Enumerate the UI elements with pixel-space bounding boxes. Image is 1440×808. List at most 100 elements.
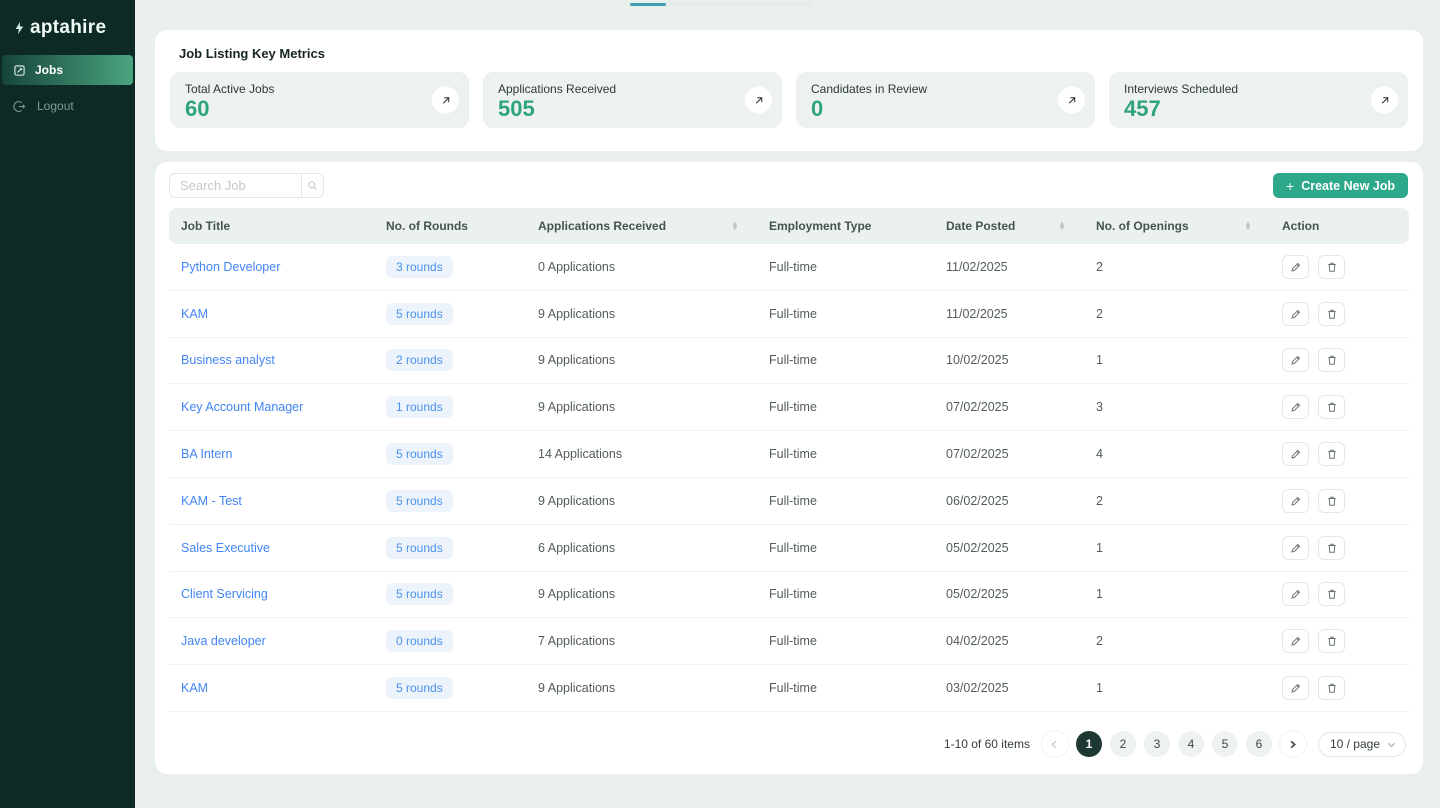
page-size-select[interactable]: 10 / page (1318, 732, 1406, 757)
metric-expand-button[interactable] (1371, 87, 1398, 114)
pencil-icon (1290, 682, 1302, 694)
search-input[interactable] (169, 173, 301, 198)
delete-job-button[interactable] (1318, 302, 1345, 326)
openings-cell: 1 (1084, 353, 1270, 367)
sort-icon[interactable]: ▴▾ (1060, 222, 1064, 230)
chevron-down-icon (1387, 740, 1396, 749)
column-header: No. of Rounds (374, 219, 526, 233)
employment-type-cell: Full-time (757, 447, 934, 461)
actions-cell (1270, 395, 1409, 419)
edit-job-button[interactable] (1282, 442, 1309, 466)
pencil-icon (1290, 635, 1302, 647)
pagination-page-button[interactable]: 5 (1212, 731, 1238, 757)
metric-expand-button[interactable] (745, 87, 772, 114)
job-title-link[interactable]: Java developer (169, 634, 374, 648)
pencil-icon (1290, 261, 1302, 273)
pencil-icon (1290, 401, 1302, 413)
metric-card: Interviews Scheduled 457 (1109, 72, 1408, 128)
applications-cell: 14 Applications (526, 447, 757, 461)
rounds-cell: 5 rounds (374, 490, 526, 512)
openings-cell: 2 (1084, 260, 1270, 274)
actions-cell (1270, 536, 1409, 560)
applications-cell: 0 Applications (526, 260, 757, 274)
edit-job-button[interactable] (1282, 489, 1309, 513)
metric-expand-button[interactable] (1058, 87, 1085, 114)
pagination-prev-button[interactable] (1042, 731, 1068, 757)
delete-job-button[interactable] (1318, 489, 1345, 513)
chevron-right-icon (1288, 740, 1297, 749)
edit-job-button[interactable] (1282, 302, 1309, 326)
edit-job-button[interactable] (1282, 676, 1309, 700)
edit-job-button[interactable] (1282, 582, 1309, 606)
job-title-link[interactable]: Key Account Manager (169, 400, 374, 414)
delete-job-button[interactable] (1318, 629, 1345, 653)
edit-job-button[interactable] (1282, 395, 1309, 419)
table-row: KAM - Test 5 rounds 9 Applications Full-… (169, 478, 1409, 525)
openings-cell: 3 (1084, 400, 1270, 414)
rounds-cell: 5 rounds (374, 583, 526, 605)
actions-cell (1270, 676, 1409, 700)
sidebar-item-jobs[interactable]: Jobs (2, 55, 133, 85)
pagination-page-button[interactable]: 6 (1246, 731, 1272, 757)
table-body: Python Developer 3 rounds 0 Applications… (169, 244, 1409, 712)
table-row: Java developer 0 rounds 7 Applications F… (169, 618, 1409, 665)
pagination-page-button[interactable]: 1 (1076, 731, 1102, 757)
delete-job-button[interactable] (1318, 395, 1345, 419)
trash-icon (1326, 308, 1338, 320)
trash-icon (1326, 682, 1338, 694)
delete-job-button[interactable] (1318, 348, 1345, 372)
column-header: Applications Received ▴▾ (526, 219, 757, 233)
logo-text: aptahire (30, 17, 106, 39)
job-title-link[interactable]: BA Intern (169, 447, 374, 461)
edit-job-button[interactable] (1282, 348, 1309, 372)
delete-job-button[interactable] (1318, 676, 1345, 700)
delete-job-button[interactable] (1318, 442, 1345, 466)
delete-job-button[interactable] (1318, 255, 1345, 279)
pagination-page-button[interactable]: 3 (1144, 731, 1170, 757)
pagination-page-button[interactable]: 2 (1110, 731, 1136, 757)
employment-type-cell: Full-time (757, 260, 934, 274)
job-title-link[interactable]: Business analyst (169, 353, 374, 367)
logout-label: Logout (37, 99, 74, 113)
edit-job-button[interactable] (1282, 536, 1309, 560)
rounds-cell: 5 rounds (374, 303, 526, 325)
sidebar: aptahire Jobs Logout (0, 0, 135, 808)
rounds-badge: 5 rounds (386, 443, 453, 465)
employment-type-cell: Full-time (757, 494, 934, 508)
rounds-badge: 5 rounds (386, 677, 453, 699)
metric-expand-button[interactable] (432, 87, 459, 114)
job-title-link[interactable]: KAM (169, 681, 374, 695)
job-title-link[interactable]: Client Servicing (169, 587, 374, 601)
job-title-link[interactable]: Sales Executive (169, 541, 374, 555)
job-title-link[interactable]: KAM - Test (169, 494, 374, 508)
applications-cell: 6 Applications (526, 541, 757, 555)
jobs-panel: + Create New Job Job Title No. of Rounds… (155, 162, 1423, 774)
chevron-left-icon (1050, 740, 1059, 749)
search-button[interactable] (301, 173, 324, 198)
metric-value: 505 (498, 96, 767, 121)
sort-icon[interactable]: ▴▾ (733, 222, 737, 230)
metric-cards: Total Active Jobs 60 Applications Receiv… (155, 61, 1423, 128)
delete-job-button[interactable] (1318, 582, 1345, 606)
pagination-page-button[interactable]: 4 (1178, 731, 1204, 757)
rounds-cell: 5 rounds (374, 677, 526, 699)
rounds-cell: 1 rounds (374, 396, 526, 418)
trash-icon (1326, 495, 1338, 507)
date-posted-cell: 11/02/2025 (934, 260, 1084, 274)
rounds-cell: 2 rounds (374, 349, 526, 371)
sort-icon[interactable]: ▴▾ (1246, 222, 1250, 230)
edit-job-button[interactable] (1282, 629, 1309, 653)
trash-icon (1326, 354, 1338, 366)
applications-cell: 7 Applications (526, 634, 757, 648)
edit-job-button[interactable] (1282, 255, 1309, 279)
create-new-job-button[interactable]: + Create New Job (1273, 173, 1408, 198)
arrow-up-right-icon (1066, 94, 1078, 106)
job-title-link[interactable]: KAM (169, 307, 374, 321)
job-title-link[interactable]: Python Developer (169, 260, 374, 274)
delete-job-button[interactable] (1318, 536, 1345, 560)
progress-bar (630, 3, 812, 6)
table-row: KAM 5 rounds 9 Applications Full-time 11… (169, 291, 1409, 338)
pagination-next-button[interactable] (1280, 731, 1306, 757)
openings-cell: 2 (1084, 307, 1270, 321)
sidebar-item-logout[interactable]: Logout (0, 91, 135, 121)
